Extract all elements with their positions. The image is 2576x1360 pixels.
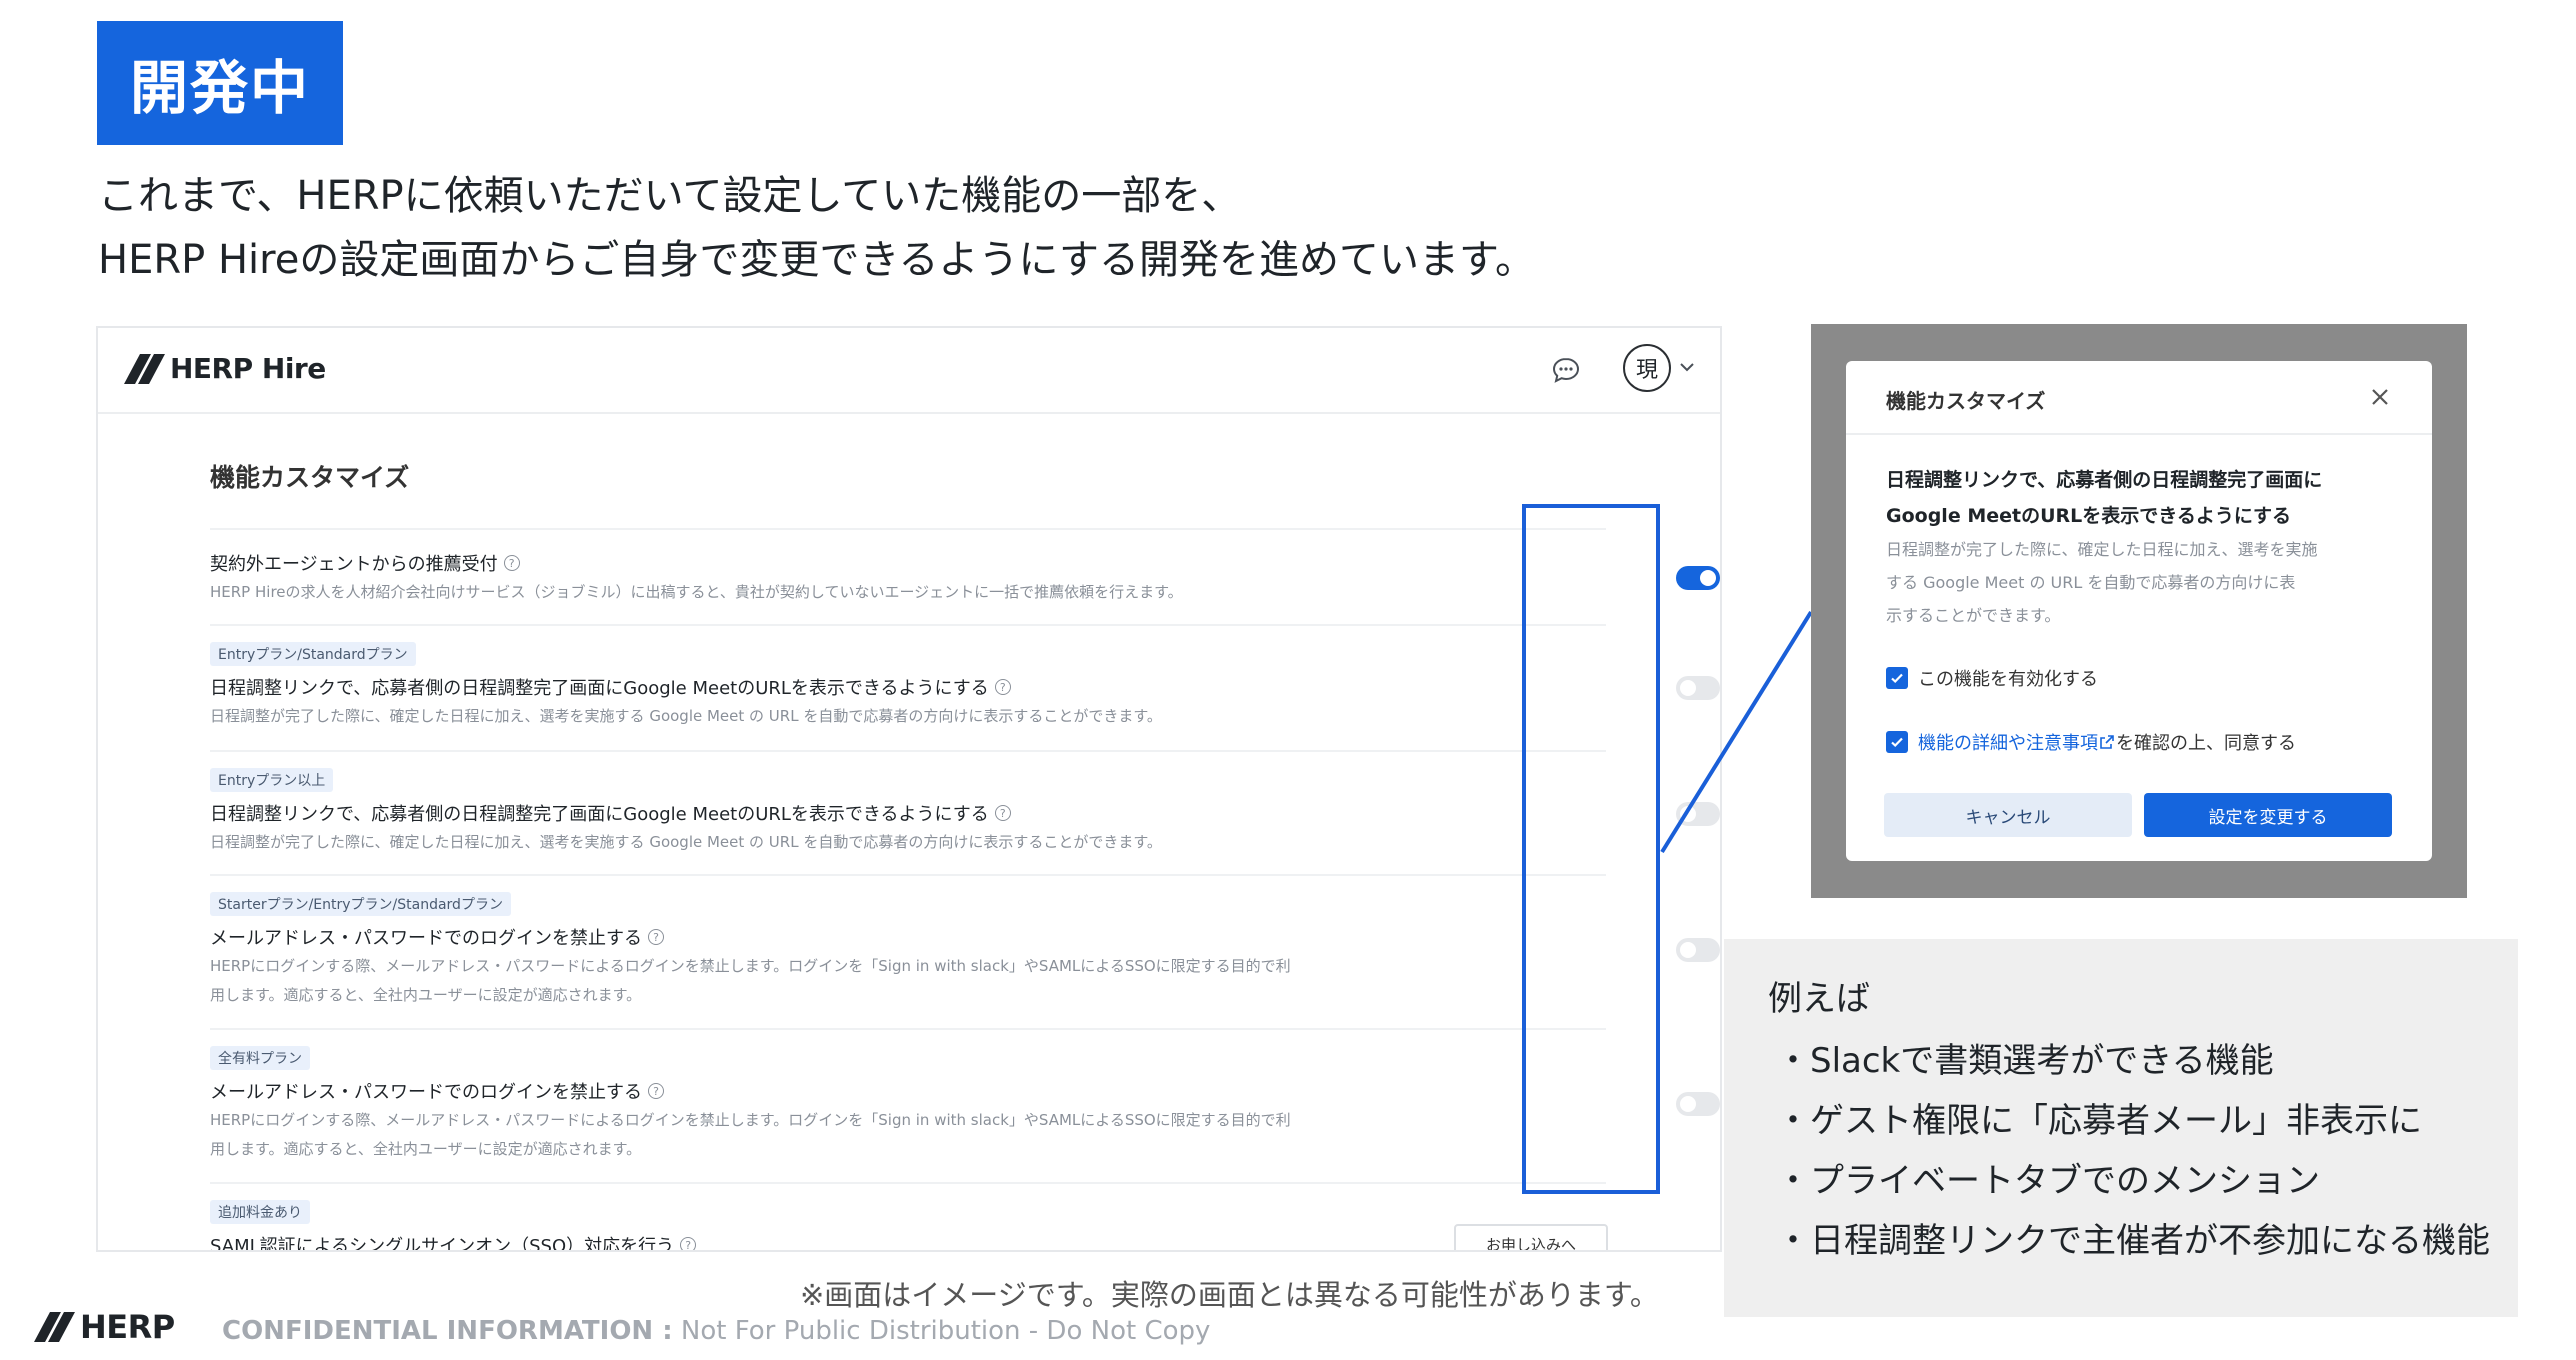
modal-heading-line-1: 日程調整リンクで、応募者側の日程調整完了画面に xyxy=(1886,469,2323,491)
checkbox-checked-icon[interactable] xyxy=(1886,731,1908,753)
user-avatar[interactable]: 現 xyxy=(1623,344,1671,392)
cancel-button[interactable]: キャンセル xyxy=(1884,793,2132,837)
plan-tag: Entryプラン/Standardプラン xyxy=(210,642,416,666)
enable-checkbox-row[interactable]: この機能を有効化する xyxy=(1886,665,2098,691)
app-settings-screenshot: HERP Hire 現 機能カスタマイズ 契約外エージェントからの推薦受付 ? … xyxy=(96,326,1722,1252)
example-item: ・日程調整リンクで主催者が不参加になる機能 xyxy=(1776,1221,2490,1261)
herp-logo-icon xyxy=(124,353,165,384)
modal-title: 機能カスタマイズ xyxy=(1886,389,2046,413)
feature-row: 全有料プラン メールアドレス・パスワードでのログインを禁止する ? HERPにロ… xyxy=(210,1028,1720,1184)
agree-checkbox-label: を確認の上、同意する xyxy=(2116,733,2296,754)
modal-header: 機能カスタマイズ xyxy=(1846,361,2432,435)
feature-row: Entryプラン/Standardプラン 日程調整リンクで、応募者側の日程調整完… xyxy=(210,624,1720,752)
modal-desc-line: する Google Meet の URL を自動で応募者の方向けに表 xyxy=(1886,573,2296,592)
toggle-highlight-box xyxy=(1522,504,1660,1194)
feature-title-text: 日程調整リンクで、応募者側の日程調整完了画面にGoogle MeetのURLを表… xyxy=(210,678,989,699)
feature-title-text: SAML認証によるシングルサインオン（SSO）対応を行う xyxy=(210,1236,675,1252)
feature-row: 契約外エージェントからの推薦受付 ? HERP Hireの求人を人材紹介会社向け… xyxy=(210,528,1720,626)
feature-desc-line: HERPにログインする際、メールアドレス・パスワードによるログインを禁止します。… xyxy=(210,957,1291,975)
external-link-icon[interactable] xyxy=(2098,733,2116,751)
feature-desc-line: 用します。適応すると、全社内ユーザーに設定が適応されます。 xyxy=(210,986,642,1004)
help-icon[interactable]: ? xyxy=(994,679,1011,695)
plan-tag: Entryプラン以上 xyxy=(210,768,334,792)
feature-title: 契約外エージェントからの推薦受付 ? xyxy=(210,550,520,576)
feature-desc-line: 用します。適応すると、全社内ユーザーに設定が適応されます。 xyxy=(210,1140,642,1158)
help-icon[interactable]: ? xyxy=(648,929,664,945)
feature-toggle[interactable] xyxy=(1676,566,1720,590)
herp-hire-logo[interactable]: HERP Hire xyxy=(124,352,326,385)
modal-heading-line-2: Google MeetのURLを表示できるようにする xyxy=(1886,505,2292,527)
development-badge: 開発中 xyxy=(97,21,343,145)
logo-text: HERP Hire xyxy=(170,352,326,385)
feature-row: Starterプラン/Entryプラン/Standardプラン メールアドレス・… xyxy=(210,874,1720,1030)
intro-text: これまで、HERPに依頼いただいて設定していた機能の一部を、 HERP Hire… xyxy=(98,164,1798,292)
confidential-text: Not For Public Distribution - Do Not Cop… xyxy=(672,1316,1211,1346)
feature-row: Entryプラン以上 日程調整リンクで、応募者側の日程調整完了画面にGoogle… xyxy=(210,750,1720,876)
help-icon[interactable]: ? xyxy=(680,1237,697,1250)
close-icon[interactable] xyxy=(2366,383,2394,411)
feature-title: SAML認証によるシングルサインオン（SSO）対応を行う ? xyxy=(210,1232,697,1252)
modal-desc-line: 日程調整が完了した際に、確定した日程に加え、選考を実施 xyxy=(1886,540,2318,559)
agree-checkbox-row[interactable]: 機能の詳細や注意事項 を確認の上、同意する xyxy=(1886,729,2296,755)
feature-title-text: メールアドレス・パスワードでのログインを禁止する xyxy=(210,1082,642,1103)
feature-toggle[interactable] xyxy=(1676,1092,1720,1116)
enable-checkbox-label: この機能を有効化する xyxy=(1918,669,2098,690)
feature-title-text: 日程調整リンクで、応募者側の日程調整完了画面にGoogle MeetのURLを表… xyxy=(210,804,989,825)
intro-line-2: HERP Hireの設定画面からご自身で変更できるようにする開発を進めています。 xyxy=(98,237,1535,283)
examples-box: 例えば ・Slackで書類選考ができる機能 ・ゲスト権限に「応募者メール」非表示… xyxy=(1724,939,2518,1317)
apply-button[interactable]: お申し込みへ xyxy=(1454,1224,1608,1250)
feature-desc: 日程調整が完了した際に、確定した日程に加え、選考を実施する Google Mee… xyxy=(210,707,1162,725)
section-title: 機能カスタマイズ xyxy=(210,463,410,492)
feature-row: 追加料金あり SAML認証によるシングルサインオン（SSO）対応を行う ? xyxy=(210,1182,1606,1252)
feature-title-text: 契約外エージェントからの推薦受付 xyxy=(210,554,498,575)
feature-toggle[interactable] xyxy=(1676,938,1720,962)
checkbox-checked-icon[interactable] xyxy=(1886,667,1908,689)
feature-title: 日程調整リンクで、応募者側の日程調整完了画面にGoogle MeetのURLを表… xyxy=(210,800,1011,826)
example-item: ・Slackで書類選考ができる機能 xyxy=(1776,1041,2274,1081)
plan-tag: 追加料金あり xyxy=(210,1200,310,1224)
footer-herp-logo: HERP xyxy=(34,1308,175,1346)
feature-title: 日程調整リンクで、応募者側の日程調整完了画面にGoogle MeetのURLを表… xyxy=(210,674,1011,700)
chat-icon[interactable] xyxy=(1550,354,1582,386)
feature-desc: HERPにログインする際、メールアドレス・パスワードによるログインを禁止します。… xyxy=(210,1106,1291,1164)
footer-logo-text: HERP xyxy=(80,1308,175,1346)
feature-desc-line: HERPにログインする際、メールアドレス・パスワードによるログインを禁止します。… xyxy=(210,1111,1291,1129)
herp-logo-icon xyxy=(34,1312,75,1342)
plan-tag: 全有料プラン xyxy=(210,1046,310,1070)
feature-toggle[interactable] xyxy=(1676,802,1720,826)
examples-heading: 例えば xyxy=(1768,979,1870,1019)
feature-title-text: メールアドレス・パスワードでのログインを禁止する xyxy=(210,928,642,949)
app-header: HERP Hire 現 xyxy=(98,328,1720,414)
modal-desc-line: 示することができます。 xyxy=(1886,606,2061,625)
modal-description: 日程調整が完了した際に、確定した日程に加え、選考を実施 する Google Me… xyxy=(1886,533,2318,632)
submit-change-button[interactable]: 設定を変更する xyxy=(2144,793,2392,837)
intro-line-1: これまで、HERPに依頼いただいて設定していた機能の一部を、 xyxy=(98,173,1242,219)
feature-desc: HERPにログインする際、メールアドレス・パスワードによるログインを禁止します。… xyxy=(210,952,1291,1010)
feature-desc: 日程調整が完了した際に、確定した日程に加え、選考を実施する Google Mee… xyxy=(210,833,1162,851)
customize-modal: 機能カスタマイズ 日程調整リンクで、応募者側の日程調整完了画面に Google … xyxy=(1846,361,2432,861)
plan-tag: Starterプラン/Entryプラン/Standardプラン xyxy=(210,892,511,916)
feature-toggle[interactable] xyxy=(1676,676,1720,700)
details-link[interactable]: 機能の詳細や注意事項 xyxy=(1918,729,2098,755)
confidential-notice: CONFIDENTIAL INFORMATION : Not For Publi… xyxy=(222,1316,1210,1346)
feature-desc: HERP Hireの求人を人材紹介会社向けサービス（ジョブミル）に出稿すると、貴… xyxy=(210,583,1183,601)
feature-title: メールアドレス・パスワードでのログインを禁止する ? xyxy=(210,1078,664,1104)
example-item: ・ゲスト権限に「応募者メール」非表示に xyxy=(1776,1101,2422,1141)
image-disclaimer: ※画面はイメージです。実際の画面とは異なる可能性があります。 xyxy=(800,1278,1659,1312)
example-item: ・プライベートタブでのメンション xyxy=(1776,1161,2320,1201)
help-icon[interactable]: ? xyxy=(994,805,1011,821)
confidential-label: CONFIDENTIAL INFORMATION : xyxy=(222,1316,673,1346)
feature-title: メールアドレス・パスワードでのログインを禁止する ? xyxy=(210,924,664,950)
help-icon[interactable]: ? xyxy=(503,555,520,571)
chevron-down-icon[interactable] xyxy=(1676,356,1698,378)
help-icon[interactable]: ? xyxy=(648,1083,664,1099)
